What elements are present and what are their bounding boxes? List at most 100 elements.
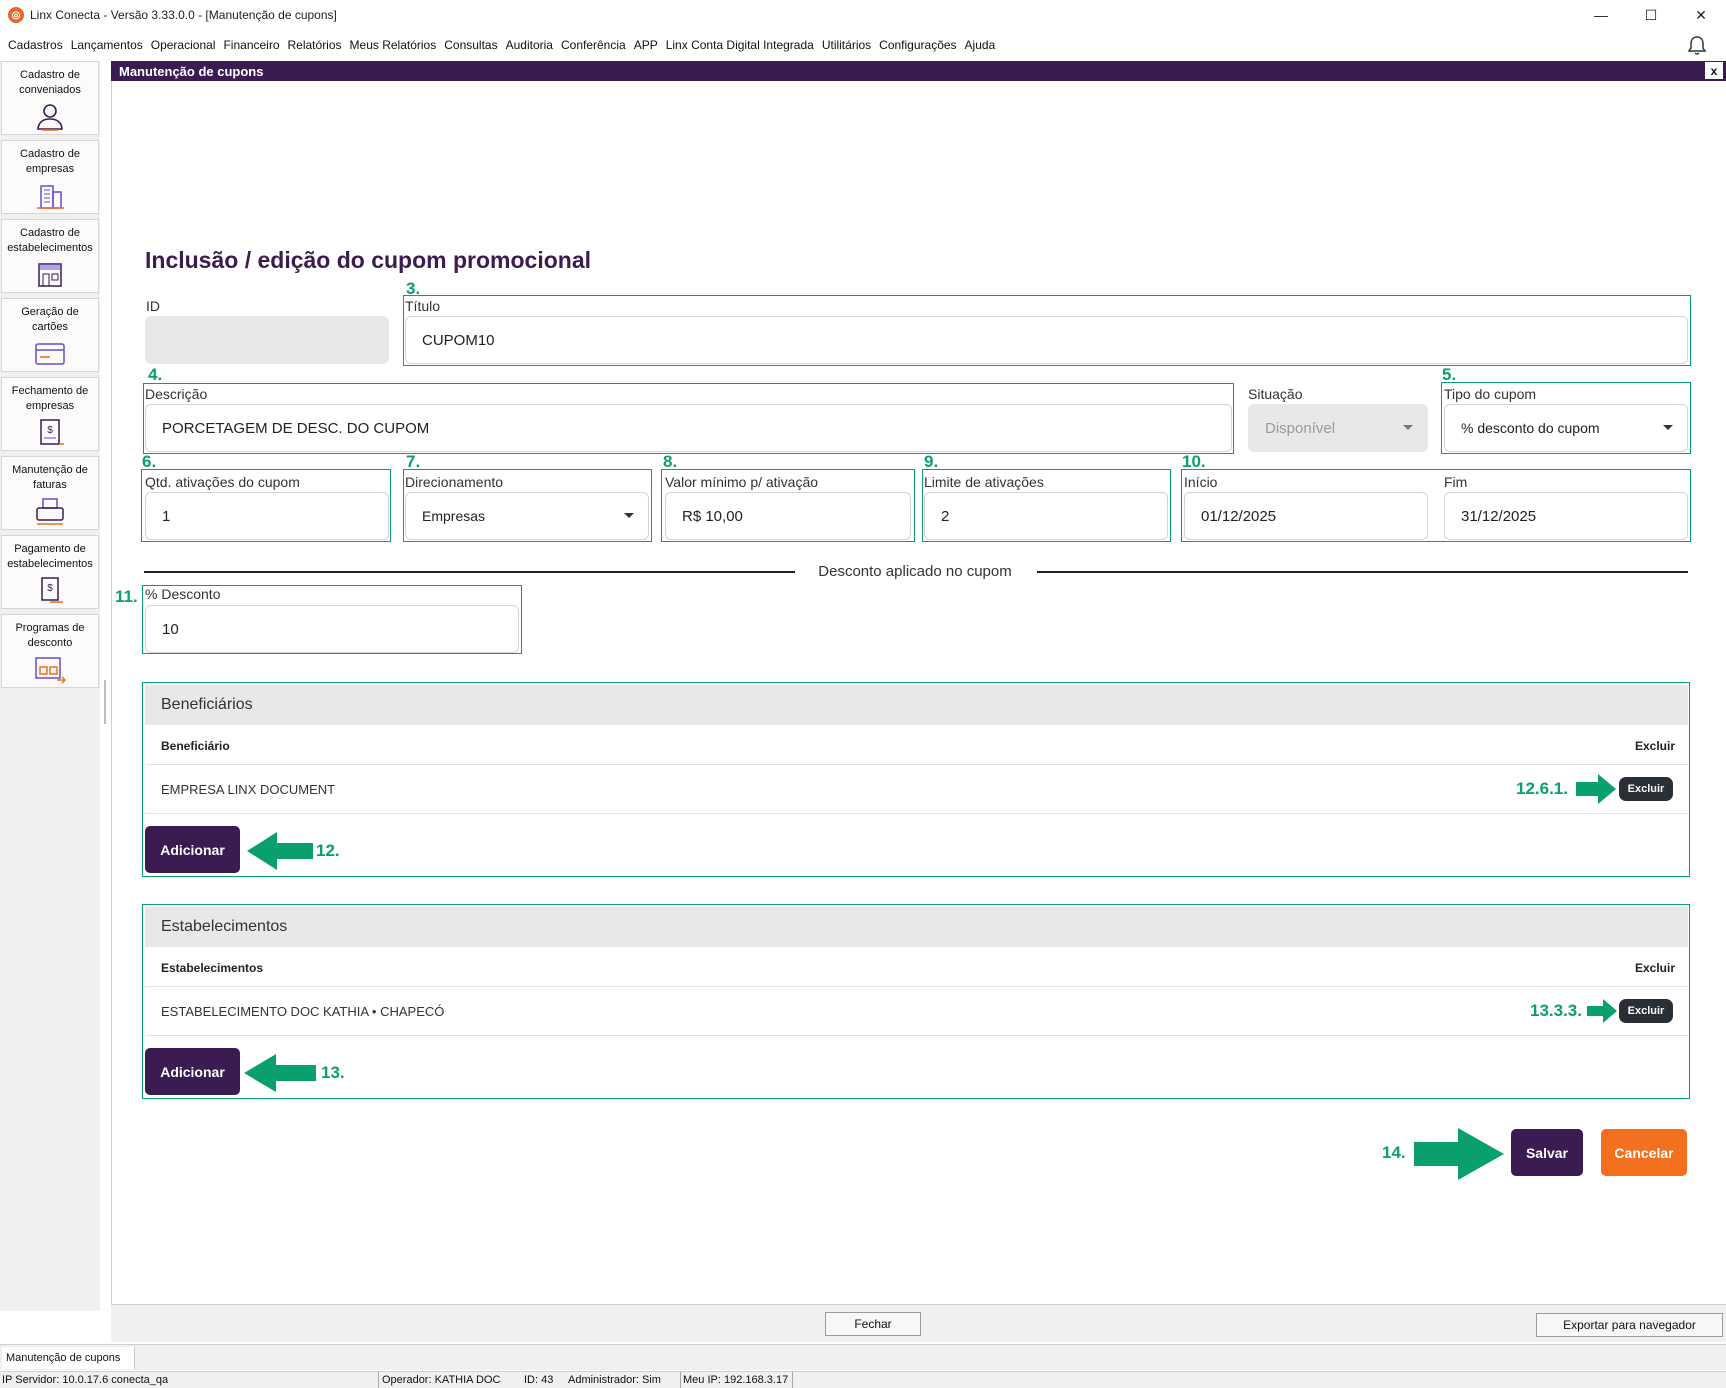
- titulo-input[interactable]: CUPOM10: [405, 316, 1688, 364]
- fim-label: Fim: [1444, 474, 1468, 490]
- excluir-estabelecimento-button[interactable]: Excluir: [1619, 999, 1673, 1023]
- adicionar-beneficiario-button[interactable]: Adicionar: [145, 826, 240, 873]
- chevron-down-icon: [624, 513, 634, 518]
- id-label: ID: [146, 298, 160, 314]
- salvar-button[interactable]: Salvar: [1511, 1129, 1583, 1176]
- row-divider: [145, 813, 1688, 814]
- nav-splitter[interactable]: [104, 680, 106, 724]
- callout-number: 11.: [115, 587, 138, 606]
- descricao-label: Descrição: [145, 386, 208, 402]
- direcionamento-select[interactable]: Empresas: [405, 492, 649, 540]
- title-bar: ◎ Linx Conecta - Versão 3.33.0.0 - [Manu…: [0, 0, 1726, 30]
- nav-label: Pagamento de estabelecimentos: [7, 543, 93, 570]
- card-icon: [35, 343, 65, 365]
- callout-number: 4.: [148, 365, 163, 384]
- situacao-select: Disponível: [1248, 404, 1428, 452]
- svg-text:$: $: [47, 583, 53, 594]
- menu-configuracoes[interactable]: Configurações: [875, 38, 960, 52]
- app-logo-icon: ◎: [8, 7, 24, 23]
- valor-minimo-label: Valor mínimo p/ ativação: [665, 474, 819, 490]
- nav-fechamento-empresas[interactable]: Fechamento de empresas $: [1, 377, 99, 451]
- direcionamento-value: Empresas: [422, 508, 486, 524]
- page-title: Inclusão / edição do cupom promocional: [145, 247, 592, 273]
- status-admin: Administrador: Sim: [568, 1374, 661, 1386]
- nav-pagamento-estabelecimentos[interactable]: Pagamento de estabelecimentos $: [1, 535, 99, 609]
- nav-label: Fechamento de empresas: [11, 385, 89, 412]
- green-arrow-left-icon: [247, 832, 313, 870]
- direcionamento-label: Direcionamento: [405, 474, 504, 490]
- menu-auditoria[interactable]: Auditoria: [502, 38, 557, 52]
- close-document-button[interactable]: x: [1705, 62, 1723, 79]
- svg-text:$: $: [47, 425, 53, 436]
- divider-left: [144, 571, 795, 573]
- nav-geracao-cartoes[interactable]: Geração de cartões: [1, 298, 99, 372]
- menu-bar: Cadastros Lançamentos Operacional Financ…: [0, 32, 1726, 58]
- menu-lancamentos[interactable]: Lançamentos: [67, 38, 147, 52]
- desconto-input[interactable]: 10: [145, 605, 519, 653]
- nav-label: Cadastro de empresas: [20, 148, 80, 175]
- tipo-label: Tipo do cupom: [1444, 386, 1537, 402]
- menu-linx-conta-digital[interactable]: Linx Conta Digital Integrada: [662, 38, 818, 52]
- valor-minimo-input[interactable]: R$ 10,00: [665, 492, 911, 540]
- callout-number: 13.: [321, 1063, 345, 1082]
- excluir-column-header: Excluir: [1635, 739, 1676, 753]
- fechar-button[interactable]: Fechar: [825, 1312, 921, 1336]
- green-arrow-left-icon: [244, 1054, 316, 1092]
- minimize-button[interactable]: —: [1576, 0, 1626, 30]
- task-tab-bar: Manutenção de cupons: [0, 1344, 1726, 1370]
- nav-cadastro-estabelecimentos[interactable]: Cadastro de estabelecimentos: [1, 219, 99, 293]
- row-divider: [145, 986, 1688, 987]
- inicio-label: Início: [1184, 474, 1218, 490]
- menu-operacional[interactable]: Operacional: [147, 38, 220, 52]
- menu-meus-relatorios[interactable]: Meus Relatórios: [346, 38, 441, 52]
- nav-label: Programas de desconto: [15, 622, 85, 649]
- nav-label: Manutenção de faturas: [12, 464, 88, 491]
- exportar-navegador-button[interactable]: Exportar para navegador: [1536, 1313, 1723, 1337]
- nav-cadastro-conveniados[interactable]: Cadastro de conveniados: [1, 61, 99, 135]
- callout-number: 14.: [1382, 1143, 1406, 1162]
- menu-conferencia[interactable]: Conferência: [557, 38, 630, 52]
- building-icon: [37, 185, 64, 209]
- status-id: ID: 43: [524, 1374, 554, 1386]
- callout-number: 13.3.3.: [1530, 1001, 1582, 1020]
- menu-consultas[interactable]: Consultas: [440, 38, 501, 52]
- menu-cadastros[interactable]: Cadastros: [4, 38, 67, 52]
- invoice-dollar-icon: $: [40, 419, 64, 445]
- tipo-select[interactable]: % desconto do cupom: [1444, 404, 1688, 452]
- bell-icon[interactable]: [1686, 34, 1708, 56]
- cancelar-button[interactable]: Cancelar: [1601, 1129, 1687, 1176]
- adicionar-estabelecimento-button[interactable]: Adicionar: [145, 1048, 240, 1095]
- green-arrow-right-icon: [1587, 999, 1617, 1023]
- document-title: Manutenção de cupons: [119, 63, 264, 79]
- menu-financeiro[interactable]: Financeiro: [219, 38, 283, 52]
- chevron-down-icon: [1403, 425, 1413, 430]
- descricao-input[interactable]: PORCETAGEM DE DESC. DO CUPOM: [145, 404, 1232, 452]
- window-title: Linx Conecta - Versão 3.33.0.0 - [Manute…: [30, 8, 337, 22]
- nav-cadastro-empresas[interactable]: Cadastro de empresas: [1, 140, 99, 214]
- inicio-date-input[interactable]: 01/12/2025: [1184, 492, 1428, 540]
- close-window-button[interactable]: ✕: [1676, 0, 1726, 30]
- estabelecimento-column-header: Estabelecimentos: [161, 961, 264, 975]
- desconto-label: % Desconto: [145, 586, 221, 602]
- maximize-button[interactable]: ☐: [1626, 0, 1676, 30]
- payment-icon: $: [41, 577, 63, 603]
- window-controls: — ☐ ✕: [1576, 0, 1726, 30]
- excluir-beneficiario-button[interactable]: Excluir: [1619, 777, 1673, 801]
- situacao-value: Disponível: [1265, 419, 1336, 437]
- qtd-input[interactable]: 1: [145, 492, 389, 540]
- beneficiario-column-header: Beneficiário: [161, 739, 230, 753]
- menu-relatorios[interactable]: Relatórios: [284, 38, 346, 52]
- menu-app[interactable]: APP: [630, 38, 662, 52]
- divider-right: [1037, 571, 1688, 573]
- tipo-value: % desconto do cupom: [1461, 420, 1600, 436]
- nav-programas-desconto[interactable]: Programas de desconto: [1, 614, 99, 688]
- menu-utilitarios[interactable]: Utilitários: [818, 38, 875, 52]
- menu-ajuda[interactable]: Ajuda: [961, 38, 1000, 52]
- nav-manutencao-faturas[interactable]: Manutenção de faturas: [1, 456, 99, 530]
- fim-date-input[interactable]: 31/12/2025: [1444, 492, 1688, 540]
- task-tab-manutencao-cupons[interactable]: Manutenção de cupons: [2, 1347, 136, 1369]
- callout-number: 12.6.1.: [1516, 779, 1568, 798]
- estabelecimento-row-name: ESTABELECIMENTO DOC KATHIA • CHAPECÓ: [161, 1004, 445, 1019]
- limite-input[interactable]: 2: [924, 492, 1168, 540]
- window-bottom-bar: Fechar Exportar para navegador: [111, 1304, 1726, 1342]
